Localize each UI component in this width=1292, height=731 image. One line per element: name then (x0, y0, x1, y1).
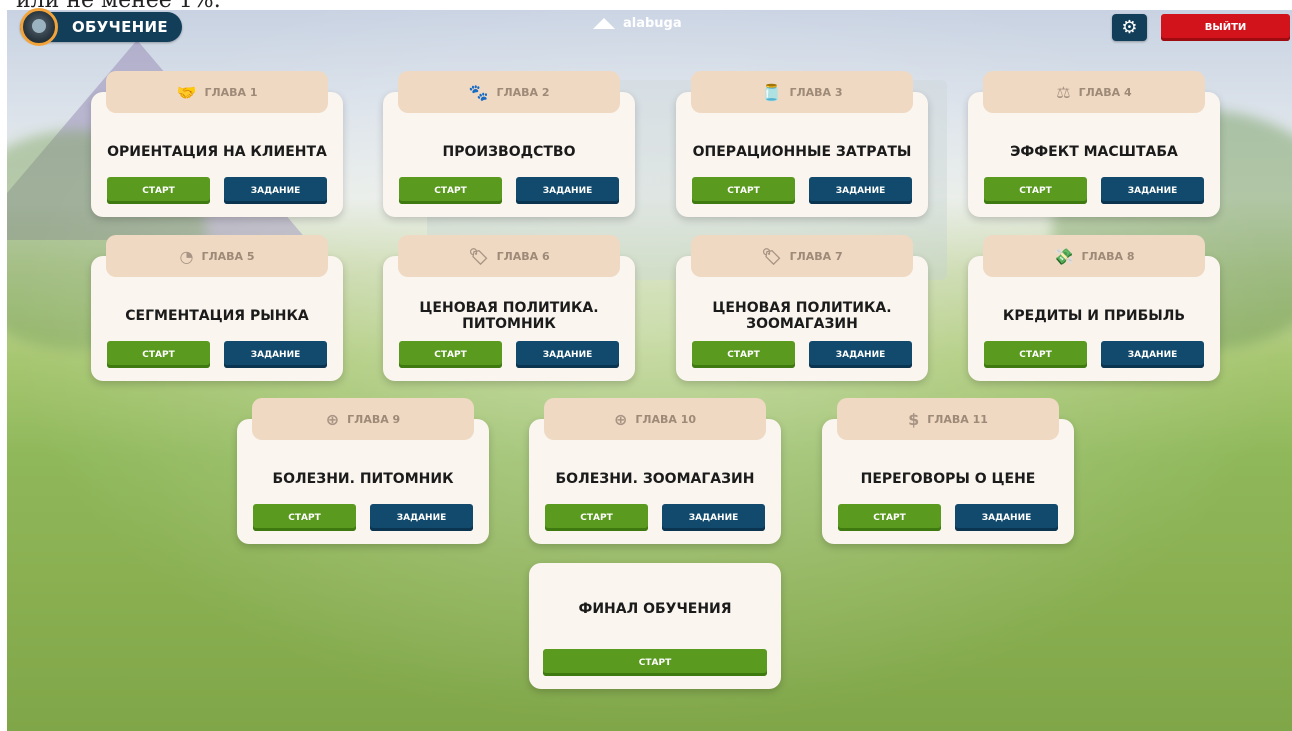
chapter-title: ОПЕРАЦИОННЫЕ ЗАТРАТЫ (692, 144, 912, 160)
chapter-tab: ◔ ГЛАВА 5 (106, 235, 328, 277)
chapter-label: ГЛАВА 2 (496, 85, 550, 99)
chapter-title: БОЛЕЗНИ. ПИТОМНИК (272, 471, 454, 487)
chapter-start-button[interactable]: СТАРТ (107, 341, 210, 368)
chapter-card: ⊕ ГЛАВА 9 БОЛЕЗНИ. ПИТОМНИК СТАРТ ЗАДАНИ… (237, 398, 489, 544)
chapter-task-button[interactable]: ЗАДАНИЕ (516, 177, 619, 204)
chapter-tab: $ ГЛАВА 11 (837, 398, 1059, 440)
chapter-task-button[interactable]: ЗАДАНИЕ (1101, 341, 1204, 368)
pet-icon: 🐾 (468, 82, 489, 102)
chapter-start-button[interactable]: СТАРТ (253, 504, 356, 531)
chapter-tab: 🫙 ГЛАВА 3 (691, 71, 913, 113)
chapter-label: ГЛАВА 7 (789, 249, 843, 263)
chapter-task-button[interactable]: ЗАДАНИЕ (516, 341, 619, 368)
chapter-tab: 🤝 ГЛАВА 1 (106, 71, 328, 113)
logo-mark-icon (593, 18, 615, 29)
page-caption-strip: или не менее 1%. (0, 0, 1292, 10)
chapter-card: 🤝 ГЛАВА 1 ОРИЕНТАЦИЯ НА КЛИЕНТА СТАРТ ЗА… (91, 71, 343, 217)
chapter-label: ГЛАВА 10 (635, 412, 697, 426)
chapter-task-button[interactable]: ЗАДАНИЕ (809, 341, 912, 368)
chapter-card: ◔ ГЛАВА 5 СЕГМЕНТАЦИЯ РЫНКА СТАРТ ЗАДАНИ… (91, 235, 343, 381)
chapter-title: ЦЕНОВАЯ ПОЛИТИКА. ЗООМАГАЗИН (712, 300, 892, 332)
chapter-label: ГЛАВА 6 (496, 249, 550, 263)
chapter-title: КРЕДИТЫ И ПРИБЫЛЬ (1002, 308, 1186, 324)
alabuga-logo: alabuga (593, 16, 682, 31)
chapter-title: ЦЕНОВАЯ ПОЛИТИКА. ПИТОМНИК (419, 300, 599, 332)
chapter-start-button[interactable]: СТАРТ (692, 341, 795, 368)
chapter-tab: 💸 ГЛАВА 8 (983, 235, 1205, 277)
pie-chart-icon: ◔ (179, 246, 194, 266)
chapter-title: БОЛЕЗНИ. ЗООМАГАЗИН (555, 471, 755, 487)
exit-button[interactable]: ВЫЙТИ (1161, 14, 1290, 41)
chapter-task-button[interactable]: ЗАДАНИЕ (224, 177, 327, 204)
chapter-task-button[interactable]: ЗАДАНИЕ (955, 504, 1058, 531)
chapter-start-button[interactable]: СТАРТ (692, 177, 795, 204)
coins-icon: $ (908, 409, 920, 429)
chapter-start-button[interactable]: СТАРТ (399, 177, 502, 204)
medkit-icon: ⊕ (325, 409, 340, 429)
chapter-label: ГЛАВА 9 (347, 412, 401, 426)
chapter-tab: ⊕ ГЛАВА 10 (544, 398, 766, 440)
final-card: ФИНАЛ ОБУЧЕНИЯ СТАРТ (529, 563, 781, 689)
chapter-label: ГЛАВА 11 (927, 412, 988, 426)
chapter-title: СЕГМЕНТАЦИЯ РЫНКА (125, 308, 309, 324)
chapter-card: 💸 ГЛАВА 8 КРЕДИТЫ И ПРИБЫЛЬ СТАРТ ЗАДАНИ… (968, 235, 1220, 381)
chapter-card: ⊕ ГЛАВА 10 БОЛЕЗНИ. ЗООМАГАЗИН СТАРТ ЗАД… (529, 398, 781, 544)
chapter-label: ГЛАВА 3 (789, 85, 843, 99)
settings-button[interactable]: ⚙ (1112, 14, 1147, 41)
scale-icon: ⚖ (1056, 82, 1071, 102)
chapter-tab: 🏷 ГЛАВА 6 (398, 235, 620, 277)
chapter-label: ГЛАВА 4 (1078, 85, 1132, 99)
chapter-title: ПЕРЕГОВОРЫ О ЦЕНЕ (860, 471, 1036, 487)
handshake-icon: 🤝 (176, 82, 197, 102)
medkit-icon: ⊕ (613, 409, 628, 429)
chapter-task-button[interactable]: ЗАДАНИЕ (370, 504, 473, 531)
chapter-tab: 🏷 ГЛАВА 7 (691, 235, 913, 277)
chapter-tab: ⚖ ГЛАВА 4 (983, 71, 1205, 113)
chapter-task-button[interactable]: ЗАДАНИЕ (224, 341, 327, 368)
chapter-card: ⚖ ГЛАВА 4 ЭФФЕКТ МАСШТАБА СТАРТ ЗАДАНИЕ (968, 71, 1220, 217)
chapter-card: 🏷 ГЛАВА 6 ЦЕНОВАЯ ПОЛИТИКА. ПИТОМНИК СТА… (383, 235, 635, 381)
page-caption: или не менее 1%. (16, 0, 221, 10)
chapter-start-button[interactable]: СТАРТ (545, 504, 648, 531)
avatar[interactable] (20, 8, 58, 46)
price-tag-icon: 🏷 (761, 246, 782, 266)
chapter-card: $ ГЛАВА 11 ПЕРЕГОВОРЫ О ЦЕНЕ СТАРТ ЗАДАН… (822, 398, 1074, 544)
chapter-title: ПРОИЗВОДСТВО (442, 144, 576, 160)
chapter-start-button[interactable]: СТАРТ (107, 177, 210, 204)
logo-text: alabuga (623, 16, 682, 31)
final-title: ФИНАЛ ОБУЧЕНИЯ (578, 601, 732, 617)
chapter-start-button[interactable]: СТАРТ (984, 177, 1087, 204)
chapter-task-button[interactable]: ЗАДАНИЕ (662, 504, 765, 531)
jar-icon: 🫙 (761, 82, 782, 102)
chapter-card: 🏷 ГЛАВА 7 ЦЕНОВАЯ ПОЛИТИКА. ЗООМАГАЗИН С… (676, 235, 928, 381)
chapter-start-button[interactable]: СТАРТ (984, 341, 1087, 368)
chapter-card: 🐾 ГЛАВА 2 ПРОИЗВОДСТВО СТАРТ ЗАДАНИЕ (383, 71, 635, 217)
chapter-tab: ⊕ ГЛАВА 9 (252, 398, 474, 440)
chapter-tab: 🐾 ГЛАВА 2 (398, 71, 620, 113)
chapter-task-button[interactable]: ЗАДАНИЕ (809, 177, 912, 204)
chapter-label: ГЛАВА 1 (204, 85, 258, 99)
page-title-text: ОБУЧЕНИЕ (72, 18, 168, 36)
chapter-label: ГЛАВА 5 (201, 249, 255, 263)
chapter-task-button[interactable]: ЗАДАНИЕ (1101, 177, 1204, 204)
chapter-start-button[interactable]: СТАРТ (399, 341, 502, 368)
chapter-start-button[interactable]: СТАРТ (838, 504, 941, 531)
gear-icon: ⚙ (1121, 17, 1138, 38)
money-icon: 💸 (1053, 246, 1074, 266)
chapter-label: ГЛАВА 8 (1081, 249, 1135, 263)
chapter-title: ЭФФЕКТ МАСШТАБА (1010, 144, 1178, 160)
chapter-title: ОРИЕНТАЦИЯ НА КЛИЕНТА (107, 144, 327, 160)
price-tag-icon: 🏷 (468, 246, 489, 266)
chapter-card: 🫙 ГЛАВА 3 ОПЕРАЦИОННЫЕ ЗАТРАТЫ СТАРТ ЗАД… (676, 71, 928, 217)
final-start-button[interactable]: СТАРТ (543, 649, 767, 676)
